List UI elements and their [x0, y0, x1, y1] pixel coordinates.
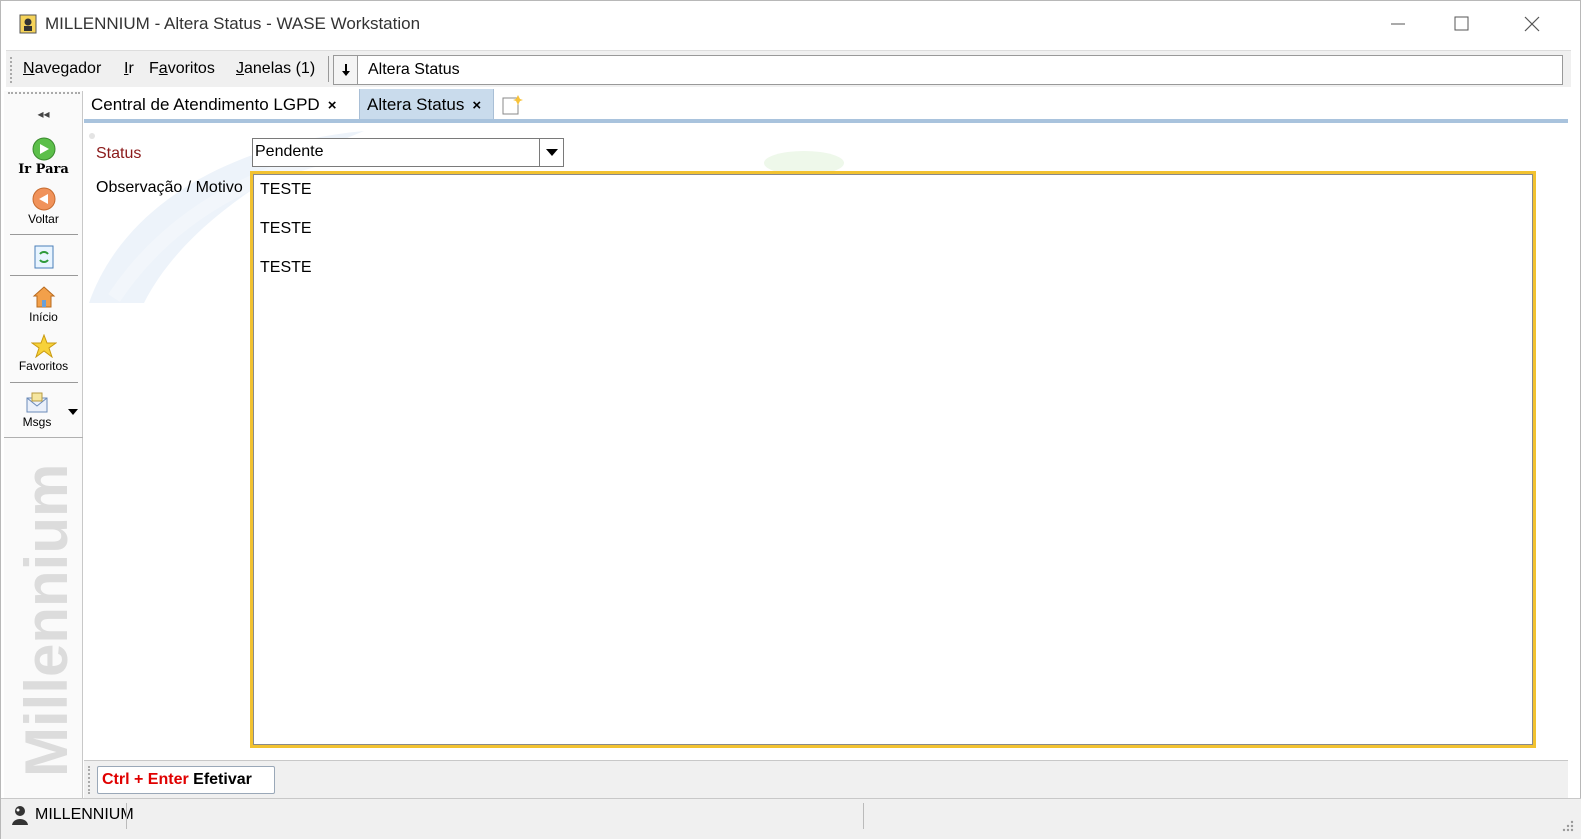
new-tab-icon[interactable] — [501, 94, 523, 116]
status-select[interactable]: Pendente — [252, 138, 564, 167]
status-value: Pendente — [255, 143, 324, 160]
maximize-button[interactable] — [1449, 1, 1495, 47]
collapse-icon[interactable]: ◂◂ — [4, 107, 83, 121]
nav-separator — [10, 382, 78, 383]
action-grip — [88, 766, 91, 794]
nav-separator — [10, 275, 78, 276]
nav-separator — [10, 234, 78, 235]
tab-bar: Central de Atendimento LGPD × Altera Stat… — [84, 89, 1568, 121]
goto-down-arrow-icon[interactable] — [334, 56, 358, 84]
chevron-down-icon[interactable] — [539, 139, 563, 166]
close-button[interactable] — [1519, 1, 1565, 47]
title-bar: MILLENNIUM - Altera Status - WASE Workst… — [1, 1, 1580, 48]
nav-msgs[interactable]: Msgs — [4, 392, 70, 429]
obs-line: TESTE — [260, 259, 312, 276]
tab-altera-status[interactable]: Altera Status × — [359, 89, 494, 121]
msgs-dropdown-icon[interactable] — [68, 409, 78, 415]
tab-central-atendimento[interactable]: Central de Atendimento LGPD × — [84, 89, 358, 121]
app-icon — [19, 14, 37, 34]
nav-ir-para[interactable]: Ir Para — [4, 137, 83, 177]
status-app-name: MILLENNIUM — [35, 806, 134, 823]
obs-line: TESTE — [260, 181, 312, 198]
resize-grip-icon[interactable] — [1560, 818, 1574, 832]
tab-close-icon[interactable]: × — [472, 97, 481, 114]
svg-text:Millennium: Millennium — [13, 464, 80, 777]
efetivar-button[interactable]: Ctrl + Enter Efetivar — [97, 766, 275, 794]
menu-ir[interactable]: Ir — [124, 60, 134, 78]
star-icon — [30, 334, 57, 358]
menu-navegador[interactable]: Navegador — [23, 60, 101, 78]
menu-separator — [328, 56, 329, 82]
observacao-label: Observação / Motivo — [96, 179, 243, 196]
status-separator — [126, 803, 127, 829]
menu-janelas[interactable]: Janelas (1) — [236, 60, 315, 78]
efetivar-label: Efetivar — [193, 771, 252, 788]
user-icon — [12, 806, 28, 825]
home-icon — [32, 286, 55, 308]
nav-inicio[interactable]: Início — [4, 285, 83, 324]
nav-refresh[interactable] — [4, 245, 83, 269]
nav-separator — [4, 437, 83, 438]
mail-icon — [26, 392, 48, 413]
nav-voltar[interactable]: Voltar — [4, 187, 83, 226]
observacao-text[interactable]: TESTE TESTE TESTE — [253, 174, 1533, 745]
menu-bar: Navegador Ir Favoritos Janelas (1) Alter… — [6, 50, 1571, 87]
action-bar: Ctrl + Enter Efetivar — [84, 760, 1568, 798]
observacao-textarea[interactable]: TESTE TESTE TESTE — [250, 171, 1536, 748]
leftnav-grip — [8, 92, 80, 94]
goto-field[interactable]: Altera Status — [333, 55, 1563, 85]
app-window: MILLENNIUM - Altera Status - WASE Workst… — [0, 0, 1581, 839]
menu-favoritos[interactable]: Favoritos — [149, 60, 215, 78]
back-arrow-icon — [32, 187, 55, 211]
tab-close-icon[interactable]: × — [328, 97, 337, 114]
form-content: Status Pendente Observação / Motivo TEST… — [84, 123, 1568, 760]
left-nav: ◂◂ Ir Para Voltar Início Favoritos Msgs … — [4, 91, 83, 798]
obs-line: TESTE — [260, 220, 312, 237]
efetivar-shortcut: Ctrl + Enter — [102, 771, 189, 788]
millennium-vertical-logo: Millennium — [13, 464, 80, 777]
menu-grip[interactable] — [10, 57, 13, 83]
minimize-button[interactable] — [1379, 1, 1425, 47]
status-label: Status — [96, 145, 142, 162]
window-title: MILLENNIUM - Altera Status - WASE Workst… — [45, 14, 421, 33]
refresh-icon — [34, 245, 53, 269]
go-arrow-icon — [32, 137, 55, 161]
status-bar: MILLENNIUM — [1, 798, 1581, 839]
status-separator — [863, 803, 864, 829]
goto-value: Altera Status — [368, 61, 460, 78]
nav-favoritos[interactable]: Favoritos — [4, 334, 83, 373]
